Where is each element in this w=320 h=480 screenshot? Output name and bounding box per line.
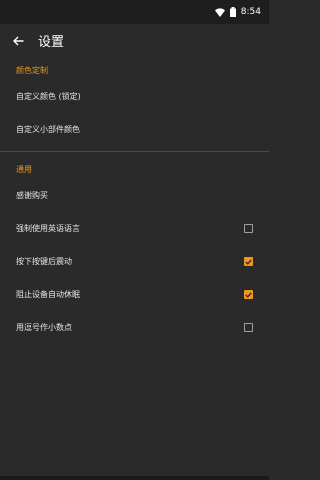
status-bar: 8:54 bbox=[0, 0, 269, 24]
item-label: 强制使用英语语言 bbox=[16, 224, 80, 233]
custom-colors-item[interactable]: 自定义颜色 (锁定) bbox=[0, 80, 269, 113]
check-icon bbox=[245, 292, 252, 298]
vibrate-on-press-item[interactable]: 按下按键后震动 bbox=[0, 245, 269, 278]
widget-colors-item[interactable]: 自定义小部件颜色 bbox=[0, 113, 269, 146]
item-label: 感谢购买 bbox=[16, 191, 48, 200]
comma-decimal-item[interactable]: 用逗号作小数点 bbox=[0, 311, 269, 344]
item-label: 自定义小部件颜色 bbox=[16, 125, 80, 134]
force-english-item[interactable]: 强制使用英语语言 bbox=[0, 212, 269, 245]
prevent-sleep-checkbox[interactable] bbox=[244, 290, 253, 299]
item-label: 阻止设备自动休眠 bbox=[16, 290, 80, 299]
battery-icon bbox=[229, 7, 236, 17]
clock-time: 8:54 bbox=[240, 7, 261, 17]
navigation-bar bbox=[0, 476, 269, 480]
check-icon bbox=[245, 259, 252, 265]
section-header-general: 通用 bbox=[16, 164, 32, 174]
back-button[interactable] bbox=[0, 24, 36, 56]
section-header-colors: 颜色定制 bbox=[16, 65, 48, 75]
wifi-icon bbox=[214, 7, 225, 17]
arrow-back-icon bbox=[12, 31, 24, 50]
section-divider bbox=[0, 151, 269, 152]
toolbar: 设置 bbox=[0, 24, 269, 56]
force-english-checkbox[interactable] bbox=[244, 224, 253, 233]
thanks-purchase-item[interactable]: 感谢购买 bbox=[0, 179, 269, 212]
vibrate-checkbox[interactable] bbox=[244, 257, 253, 266]
page-title: 设置 bbox=[38, 34, 65, 50]
item-label: 用逗号作小数点 bbox=[16, 323, 72, 332]
settings-list: 颜色定制 自定义颜色 (锁定) 自定义小部件颜色 通用 感谢购买 强制使用英语语… bbox=[0, 60, 269, 344]
item-label: 自定义颜色 (锁定) bbox=[16, 92, 81, 101]
prevent-sleep-item[interactable]: 阻止设备自动休眠 bbox=[0, 278, 269, 311]
comma-decimal-checkbox[interactable] bbox=[244, 323, 253, 332]
item-label: 按下按键后震动 bbox=[16, 257, 72, 266]
